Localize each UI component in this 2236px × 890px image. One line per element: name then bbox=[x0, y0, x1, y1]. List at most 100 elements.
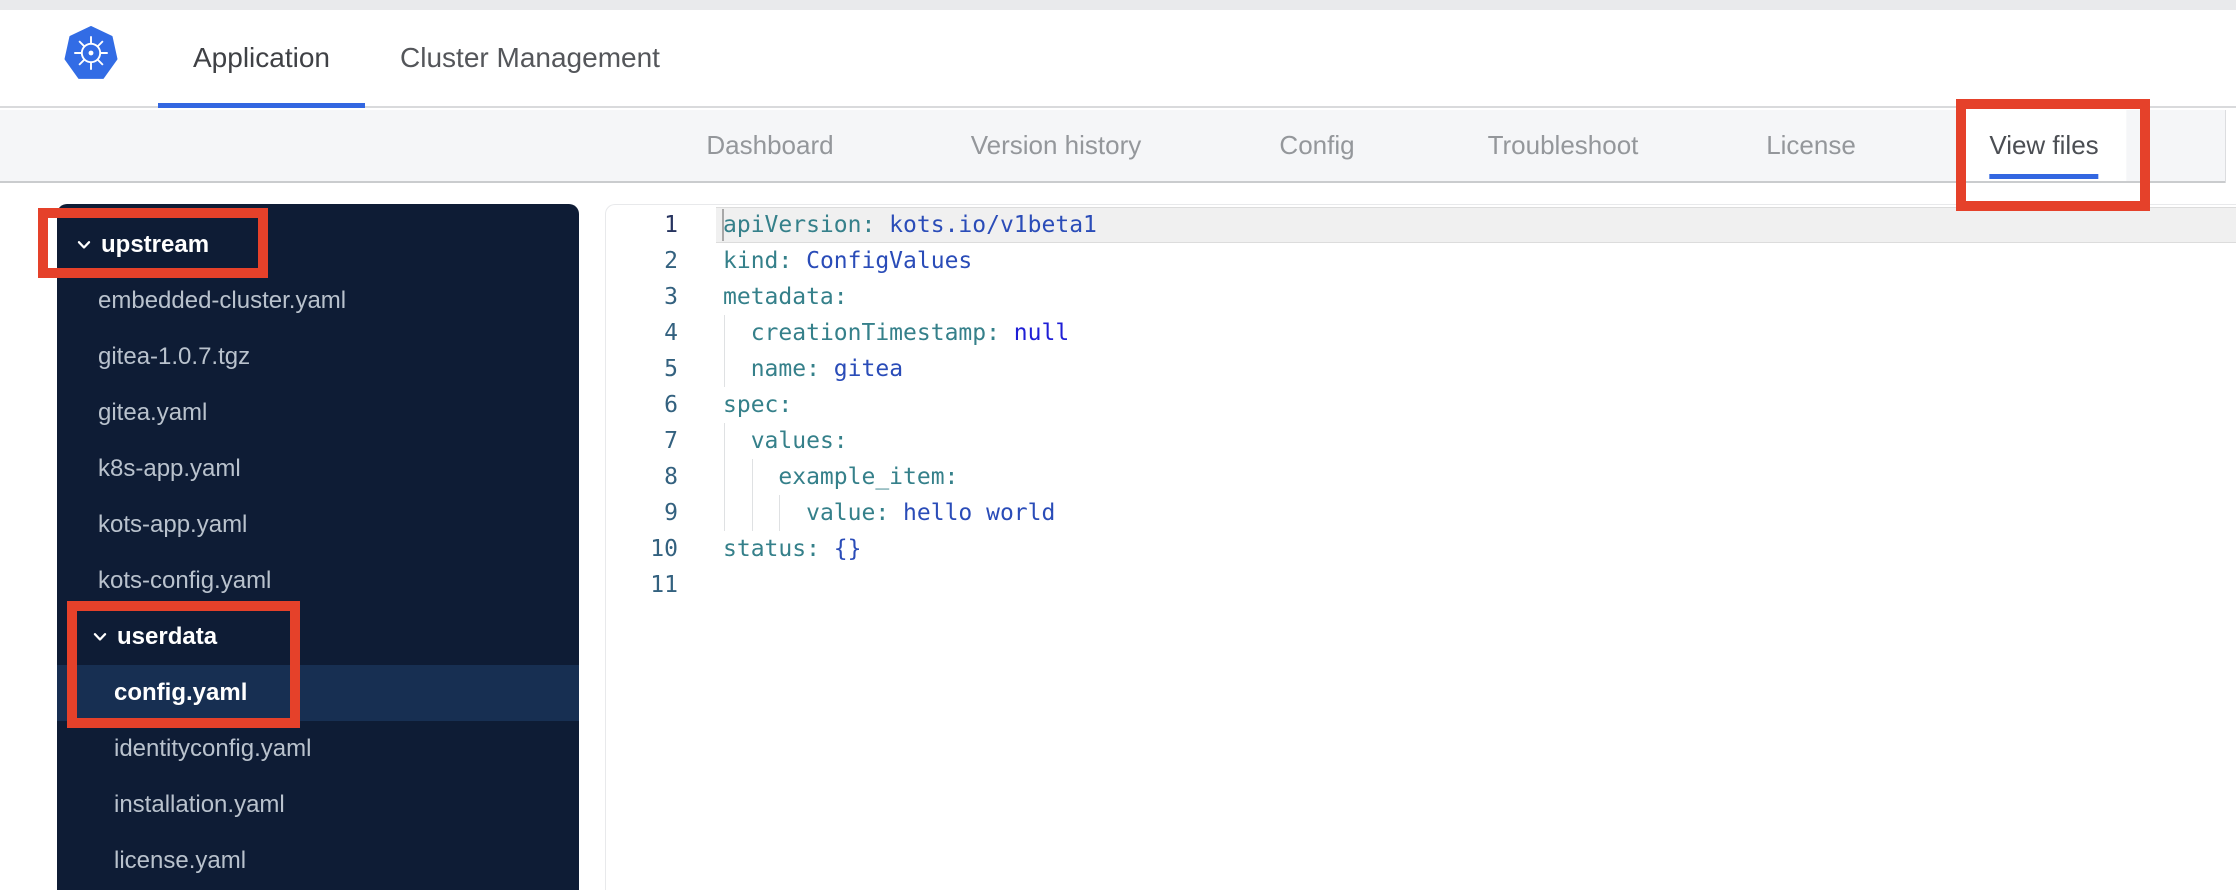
tree-item-label: config.yaml bbox=[114, 679, 248, 706]
subnav-tab-version-history[interactable]: Version history bbox=[943, 110, 1170, 181]
code-token: metadata: bbox=[723, 284, 848, 310]
code-lines: 1 apiVersion: kots.io/v1beta1 2 kind: Confi… bbox=[606, 207, 2236, 603]
tree-folder-upstream[interactable]: upstream bbox=[57, 217, 579, 273]
code-token: example_item: bbox=[778, 464, 959, 490]
code-text: metadata: bbox=[678, 279, 2236, 315]
code-token: values: bbox=[750, 428, 848, 454]
code-token: apiVersion: bbox=[723, 212, 876, 238]
file-tree-sidebar: upstream embedded-cluster.yaml gitea-1.0.7… bbox=[57, 204, 579, 890]
code-text: name: gitea bbox=[678, 351, 2236, 387]
subnav-tab-label: Dashboard bbox=[706, 130, 834, 160]
tree-file-kots-app-yaml[interactable]: kots-app.yaml bbox=[57, 497, 579, 553]
tree-file-embedded-cluster-yaml[interactable]: embedded-cluster.yaml bbox=[57, 273, 579, 329]
line-number: 10 bbox=[650, 536, 678, 562]
line-number: 5 bbox=[664, 356, 678, 382]
indent-guide bbox=[751, 495, 753, 531]
code-line-10[interactable]: 10 status: {} bbox=[606, 531, 2236, 567]
header-tab-cluster-management[interactable]: Cluster Management bbox=[380, 10, 680, 106]
code-text: kind: ConfigValues bbox=[678, 243, 2236, 279]
subnav-tab-label: Config bbox=[1279, 130, 1355, 160]
tree-item-label: kots-config.yaml bbox=[98, 567, 272, 594]
subnav-tab-label: Version history bbox=[970, 130, 1142, 160]
tree-file-gitea-yaml[interactable]: gitea.yaml bbox=[57, 385, 579, 441]
line-number: 2 bbox=[664, 248, 678, 274]
line-number: 4 bbox=[664, 320, 678, 346]
code-text: creationTimestamp: null bbox=[678, 315, 2236, 351]
code-token: status: bbox=[723, 536, 820, 562]
indent-guide bbox=[751, 459, 753, 495]
app-header: Application Cluster Management bbox=[0, 10, 2236, 108]
code-line-9[interactable]: 9 value: hello world bbox=[606, 495, 2236, 531]
tree-file-k8s-app-yaml[interactable]: k8s-app.yaml bbox=[57, 441, 579, 497]
code-line-2[interactable]: 2 kind: ConfigValues bbox=[606, 243, 2236, 279]
tree-item-label: kots-app.yaml bbox=[98, 511, 248, 538]
code-line-4[interactable]: 4 creationTimestamp: null bbox=[606, 315, 2236, 351]
tree-item-label: upstream bbox=[101, 231, 210, 258]
tree-file-identityconfig-yaml[interactable]: identityconfig.yaml bbox=[57, 721, 579, 777]
subnav-tab-troubleshoot[interactable]: Troubleshoot bbox=[1460, 110, 1667, 181]
code-line-1[interactable]: 1 apiVersion: kots.io/v1beta1 bbox=[606, 207, 2236, 243]
code-token: ConfigValues bbox=[792, 248, 973, 274]
subnav-tab-license[interactable]: License bbox=[1738, 110, 1884, 181]
code-token: {} bbox=[819, 536, 862, 562]
text-cursor bbox=[722, 209, 724, 241]
code-token: hello world bbox=[889, 500, 1056, 526]
yaml-editor[interactable]: 1 apiVersion: kots.io/v1beta1 2 kind: Confi… bbox=[605, 204, 2236, 890]
tree-file-kots-config-yaml[interactable]: kots-config.yaml bbox=[57, 553, 579, 609]
app-subnav: Dashboard Version history Config Troublesho… bbox=[0, 110, 2236, 183]
chevron-down-icon[interactable] bbox=[75, 236, 93, 254]
kubernetes-logo-icon bbox=[64, 26, 118, 80]
subnav-tab-view-files[interactable]: View files bbox=[1961, 110, 2127, 181]
tree-file-config-yaml[interactable]: config.yaml bbox=[57, 665, 579, 721]
code-text: value: hello world bbox=[678, 495, 2236, 531]
code-token: null bbox=[999, 320, 1070, 346]
tree-file-license-yaml[interactable]: license.yaml bbox=[57, 833, 579, 889]
header-tab-label: Cluster Management bbox=[400, 42, 660, 73]
tree-item-label: userdata bbox=[117, 623, 218, 650]
subnav-tab-dashboard[interactable]: Dashboard bbox=[678, 110, 861, 181]
indent-guide bbox=[724, 351, 725, 387]
scrollbar-gutter bbox=[2225, 110, 2236, 183]
code-text: example_item: bbox=[678, 459, 2236, 495]
code-line-7[interactable]: 7 values: bbox=[606, 423, 2236, 459]
subnav-tab-label: Troubleshoot bbox=[1487, 130, 1639, 160]
line-number: 9 bbox=[664, 500, 678, 526]
code-line-3[interactable]: 3 metadata: bbox=[606, 279, 2236, 315]
indent-guide bbox=[724, 315, 725, 351]
tree-folder-userdata[interactable]: userdata bbox=[57, 609, 579, 665]
chevron-down-icon[interactable] bbox=[91, 628, 109, 646]
code-token: gitea bbox=[819, 356, 904, 382]
indent-guide bbox=[724, 495, 725, 531]
header-tab-application[interactable]: Application bbox=[158, 10, 365, 108]
subnav-tab-config[interactable]: Config bbox=[1251, 110, 1382, 181]
tree-item-label: gitea-1.0.7.tgz bbox=[98, 343, 251, 370]
line-number: 6 bbox=[664, 392, 678, 418]
tree-file-gitea-1-0-7-tgz[interactable]: gitea-1.0.7.tgz bbox=[57, 329, 579, 385]
tree-item-label: identityconfig.yaml bbox=[114, 735, 312, 762]
indent-guide bbox=[724, 423, 725, 459]
code-text: spec: bbox=[678, 387, 2236, 423]
tree-item-label: installation.yaml bbox=[114, 791, 285, 818]
code-token: creationTimestamp: bbox=[750, 320, 1000, 346]
code-line-5[interactable]: 5 name: gitea bbox=[606, 351, 2236, 387]
tree-item-label: embedded-cluster.yaml bbox=[98, 287, 347, 314]
code-token: kots.io/v1beta1 bbox=[875, 212, 1097, 238]
code-token: spec: bbox=[723, 392, 793, 418]
line-number: 11 bbox=[650, 572, 678, 598]
code-token: kind: bbox=[723, 248, 793, 274]
tree-file-installation-yaml[interactable]: installation.yaml bbox=[57, 777, 579, 833]
header-tab-label: Application bbox=[193, 42, 330, 73]
line-number: 1 bbox=[664, 212, 678, 238]
code-token: name: bbox=[750, 356, 820, 382]
indent-guide bbox=[779, 495, 781, 531]
line-number: 7 bbox=[664, 428, 678, 454]
code-line-11[interactable]: 11 bbox=[606, 567, 2236, 603]
code-line-6[interactable]: 6 spec: bbox=[606, 387, 2236, 423]
tree-item-label: gitea.yaml bbox=[98, 399, 208, 426]
code-line-8[interactable]: 8 example_item: bbox=[606, 459, 2236, 495]
